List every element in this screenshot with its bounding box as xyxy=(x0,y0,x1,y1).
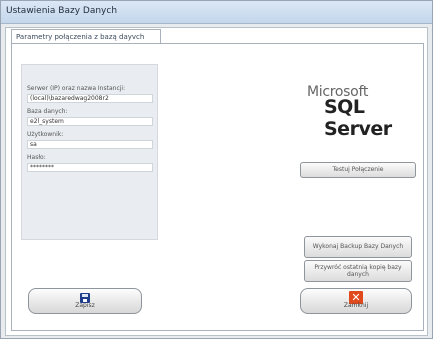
title-bar[interactable]: Ustawienia Bazy Danych xyxy=(1,1,432,24)
close-button[interactable]: ✕ Zamknij xyxy=(300,288,412,314)
close-label: Zamknij xyxy=(343,302,369,309)
database-label: Baza danych: xyxy=(27,108,68,115)
window-title: Ustawienia Bazy Danych xyxy=(6,6,118,16)
sql-server-logo-text: SQL Server xyxy=(324,96,392,140)
connection-form: Serwer (IP) oraz nazwa Instancji: (local… xyxy=(21,64,158,240)
password-input[interactable]: ******** xyxy=(27,163,153,172)
backup-button[interactable]: Wykonaj Backup Bazy Danych xyxy=(304,236,412,258)
test-connection-button[interactable]: Testuj Połączenie xyxy=(300,162,416,178)
user-input[interactable]: sa xyxy=(27,140,153,149)
user-label: Użytkownik: xyxy=(27,131,64,138)
save-button[interactable]: Zapisz xyxy=(28,288,142,314)
restore-button[interactable]: Przywróć ostatnią kopię bazy danych xyxy=(304,260,412,282)
database-input[interactable]: e2l_system xyxy=(27,117,153,126)
server-input[interactable]: (local)\bazaredwag2008r2 xyxy=(27,94,153,103)
tab-connection-parameters[interactable]: Parametry połączenia z bazą dayvch xyxy=(11,29,161,43)
password-label: Hasło: xyxy=(27,154,46,161)
tab-panel: Serwer (IP) oraz nazwa Instancji: (local… xyxy=(11,43,424,331)
test-connection-label: Testuj Połączenie xyxy=(332,166,384,174)
save-label: Zapisz xyxy=(75,302,95,309)
window-client-area: Parametry połączenia z bazą dayvch Serwe… xyxy=(5,27,428,336)
restore-label: Przywróć ostatnią kopię bazy danych xyxy=(314,263,402,278)
server-label: Serwer (IP) oraz nazwa Instancji: xyxy=(27,85,126,92)
settings-window: Ustawienia Bazy Danych Parametry połącze… xyxy=(0,0,433,339)
backup-label: Wykonaj Backup Bazy Danych xyxy=(312,243,404,251)
